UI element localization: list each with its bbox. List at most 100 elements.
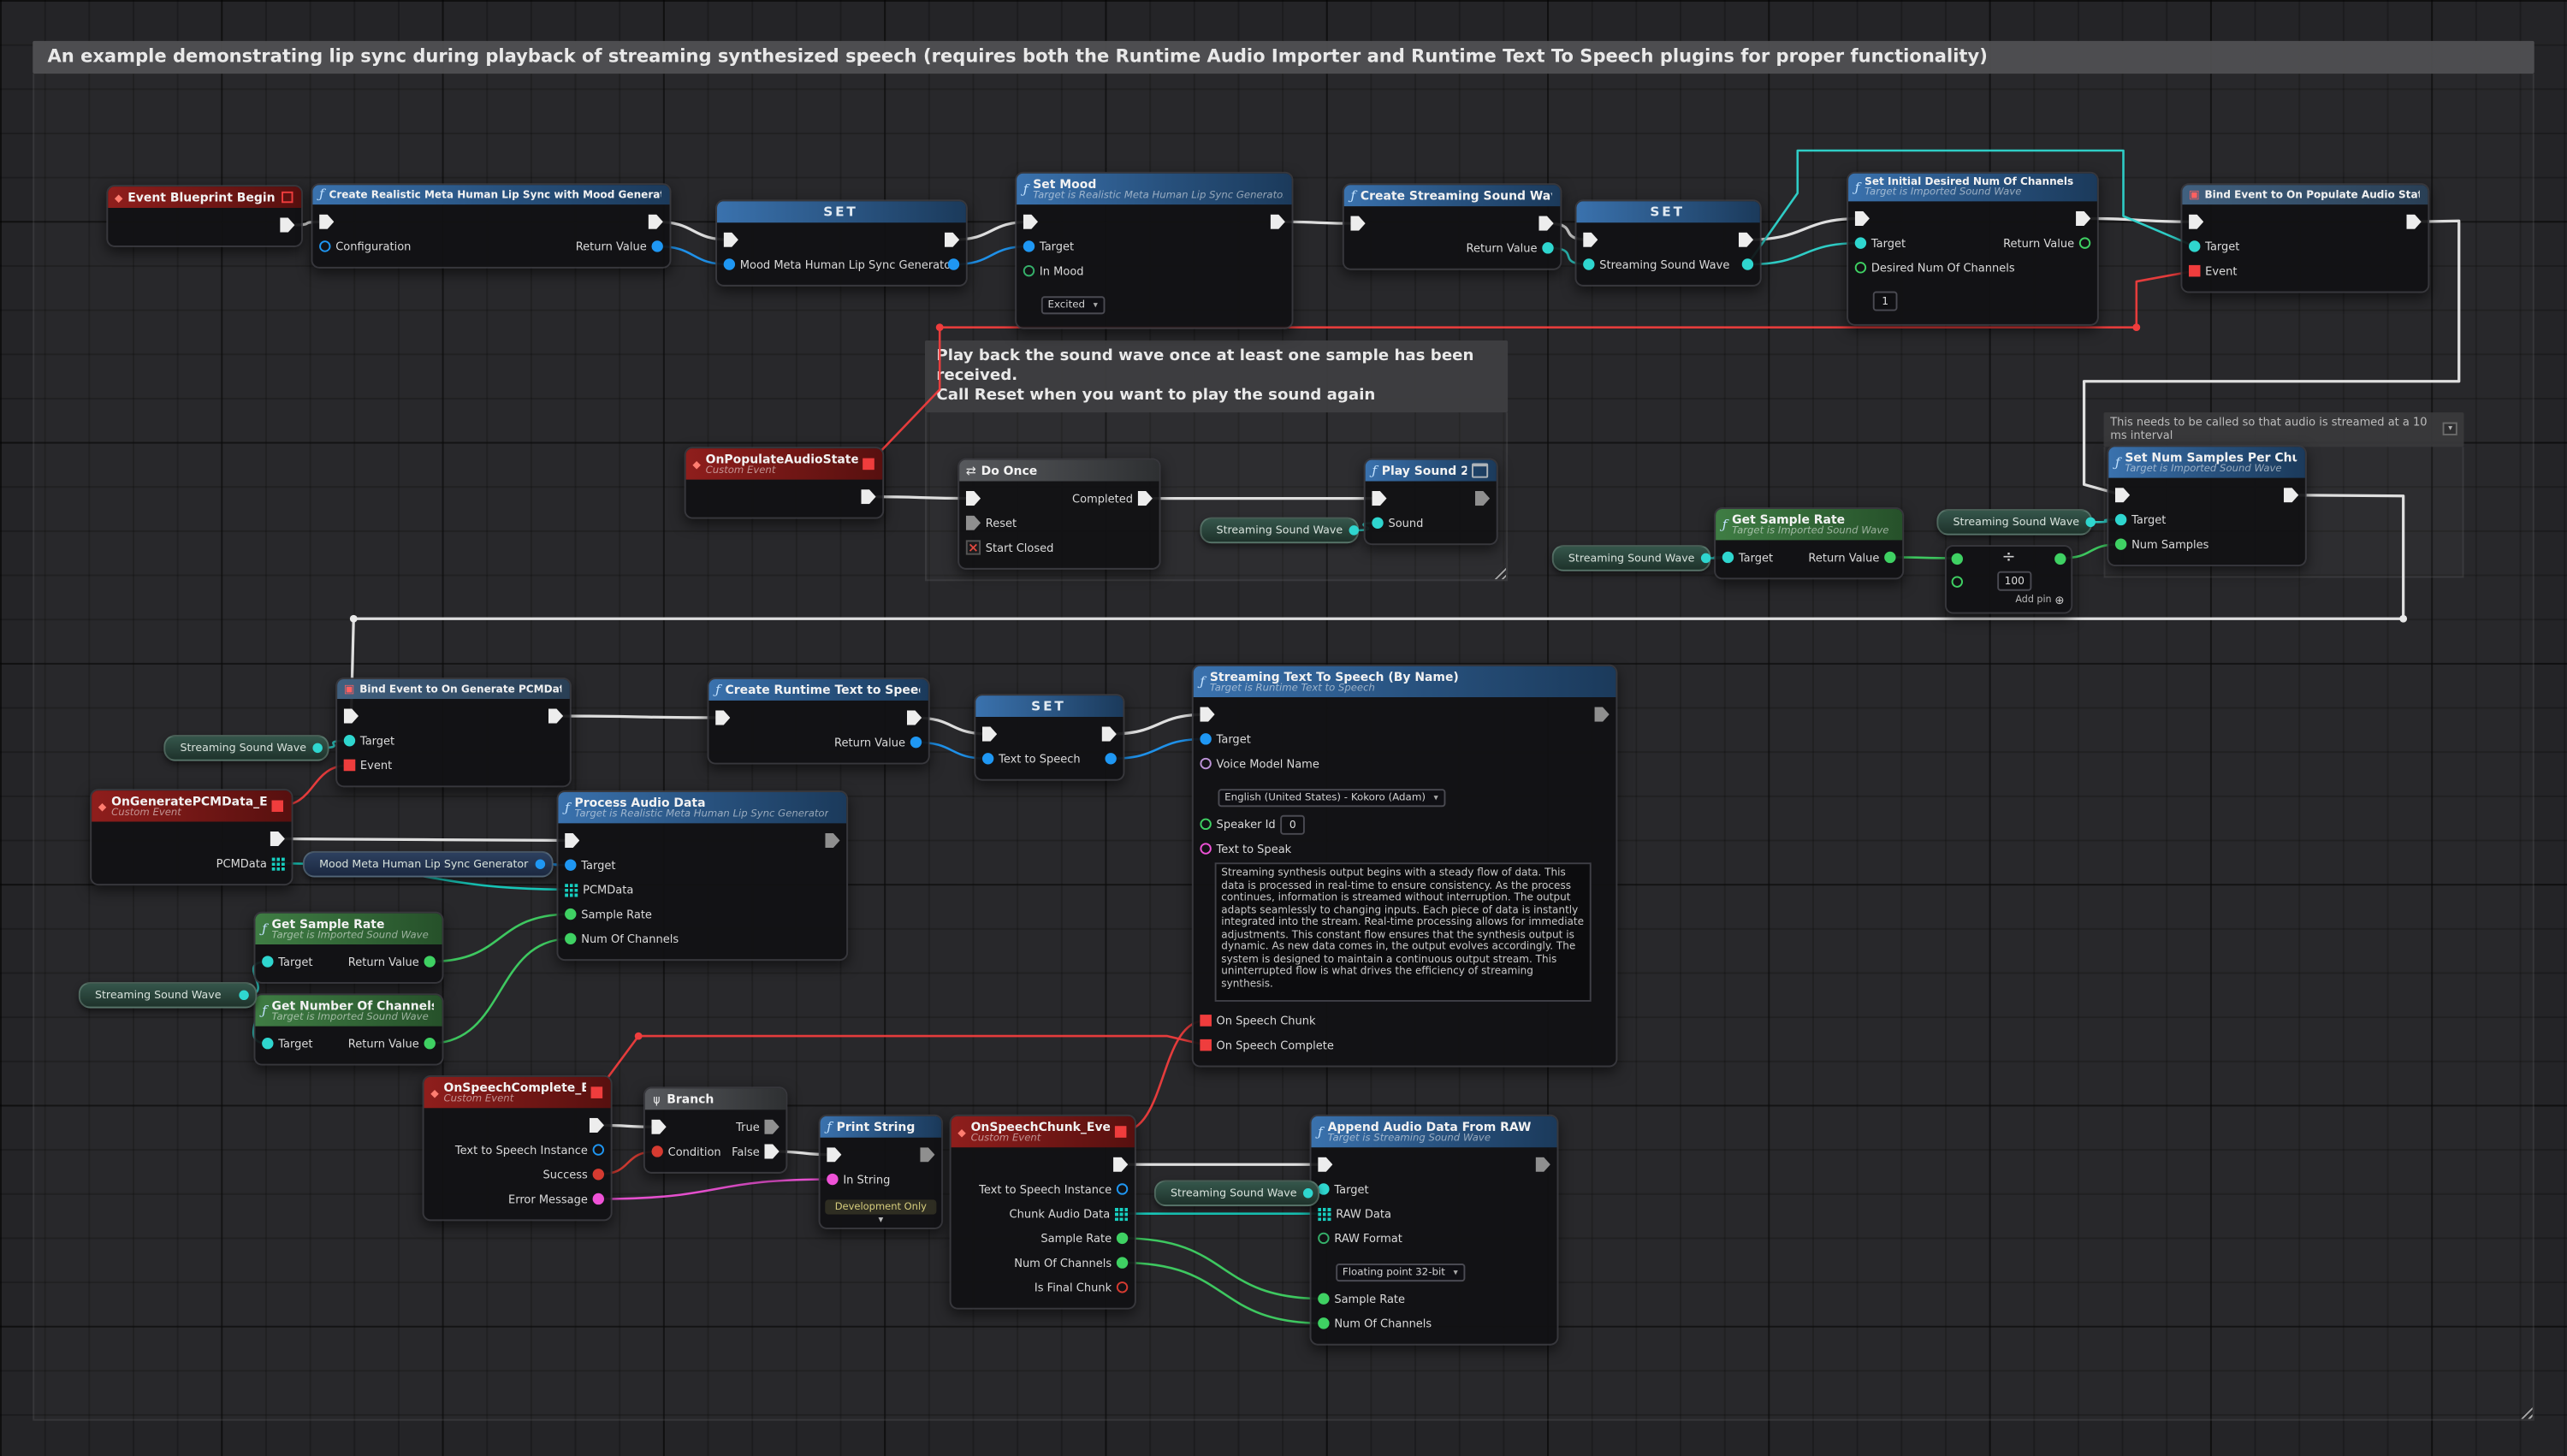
delegate-pin[interactable] (1115, 1126, 1126, 1137)
execout-pin[interactable] (2284, 488, 2298, 502)
node-event-generate-pcm[interactable]: ◆OnGeneratePCMData_EventCustom EventPCMD… (90, 789, 293, 885)
raw-data-pin[interactable] (1318, 1207, 1331, 1220)
start-closed-pin[interactable]: × (966, 540, 981, 554)
text-to-speech-instance-pin[interactable] (1117, 1183, 1128, 1194)
execout-pin[interactable] (907, 710, 922, 725)
variable-get-p7[interactable]: Streaming Sound Wave (1154, 1180, 1319, 1206)
node-do-once[interactable]: ⇄Do OnceReset×Start ClosedCompleted (957, 459, 1160, 570)
node-append-raw[interactable]: ƒAppend Audio Data From RAWTarget is Str… (1310, 1115, 1559, 1346)
exec-pin[interactable] (1113, 1157, 1128, 1172)
execout-pin[interactable] (1595, 707, 1610, 722)
divisor-input[interactable]: 100 (1998, 571, 2031, 591)
node-set-streaming-sw[interactable]: SETStreaming Sound Wave (1575, 199, 1762, 286)
exec-pin[interactable] (270, 832, 285, 846)
exec-pin[interactable] (280, 217, 294, 232)
node-get-sample-rate-1[interactable]: ƒGet Sample RateTarget is Imported Sound… (1714, 507, 1904, 579)
target-pin[interactable] (565, 859, 576, 870)
out-pin[interactable] (948, 258, 959, 269)
num-samples-pin[interactable] (2115, 538, 2126, 549)
return-value-pin[interactable] (1884, 552, 1895, 563)
mood-meta-human-lip-sync-generator-pin[interactable] (536, 859, 545, 868)
execin-pin[interactable] (1318, 1157, 1332, 1172)
delegate-pin[interactable] (282, 192, 293, 203)
node-get-sample-rate-2[interactable]: ƒGet Sample RateTarget is Imported Sound… (254, 912, 444, 984)
voice-model-name-pin[interactable] (1200, 758, 1211, 769)
num-of-channels-pin[interactable] (1318, 1317, 1329, 1329)
execout-pin[interactable] (825, 833, 839, 848)
in-mood-pin[interactable] (1023, 265, 1035, 276)
streaming-sound-wave-pin[interactable] (1583, 258, 1594, 269)
execin-pin[interactable] (1855, 211, 1870, 226)
node-event-speech-complete[interactable]: ◆OnSpeechComplete_EventCustom EventText … (423, 1075, 613, 1221)
node-event-speech-chunk[interactable]: ◆OnSpeechChunk_EventCustom EventText to … (950, 1115, 1136, 1310)
execout-pin[interactable] (1538, 216, 1553, 231)
execin-pin[interactable] (1372, 491, 1386, 506)
speaker-id-pin[interactable] (1200, 819, 1211, 830)
speaker-id-input[interactable]: 0 (1280, 814, 1305, 834)
node-create-streaming-sw[interactable]: ƒCreate Streaming Sound WaveReturn Value (1343, 183, 1562, 269)
execin-pin[interactable] (827, 1147, 841, 1162)
in1-pin[interactable] (1952, 553, 1963, 564)
target-pin[interactable] (1722, 552, 1734, 563)
raw-format-pin[interactable] (1318, 1233, 1329, 1244)
return-value-pin[interactable] (910, 737, 922, 748)
text-to-speak-textarea[interactable]: Streaming synthesis output begins with a… (1215, 862, 1592, 1002)
delegate-pin[interactable] (272, 801, 283, 812)
execin-pin[interactable] (565, 833, 579, 848)
event-pin[interactable] (344, 760, 355, 771)
comment-collapse-button[interactable]: ▾ (2444, 423, 2457, 436)
event-pin[interactable] (2189, 265, 2200, 276)
comment-title-bar[interactable]: Play back the sound wave once at least o… (925, 340, 1508, 411)
execin-pin[interactable] (724, 233, 738, 247)
in-mood-dropdown[interactable]: Excited▾ (1041, 296, 1105, 314)
voice-model-name-dropdown[interactable]: English (United States) - Kokoro (Adam)▾ (1218, 789, 1444, 807)
false-pin[interactable] (764, 1144, 779, 1158)
num-of-channels-pin[interactable] (1117, 1257, 1128, 1268)
node-set-mood-gen[interactable]: SETMood Meta Human Lip Sync Generator (715, 199, 968, 286)
node-set-initial-channels[interactable]: ƒSet Initial Desired Num Of ChannelsTarg… (1847, 172, 2099, 326)
configuration-pin[interactable] (319, 240, 330, 252)
return-value-pin[interactable] (424, 956, 436, 967)
text-to-speech-pin[interactable] (982, 753, 993, 764)
out-pin[interactable] (1105, 753, 1116, 764)
pcmdata-pin[interactable] (565, 883, 578, 896)
execin-pin[interactable] (715, 710, 730, 725)
target-pin[interactable] (262, 956, 273, 967)
return-value-pin[interactable] (651, 240, 662, 252)
text-to-speech-instance-pin[interactable] (593, 1144, 604, 1155)
blueprint-graph-canvas[interactable]: An example demonstrating lip sync during… (0, 0, 2567, 1456)
delegate-pin[interactable] (863, 459, 874, 470)
execout-pin[interactable] (945, 233, 959, 247)
variable-get-p5[interactable]: Mood Meta Human Lip Sync Generator (303, 851, 554, 878)
execout-pin[interactable] (548, 708, 563, 723)
text-to-speak-pin[interactable] (1200, 843, 1211, 854)
out-pin[interactable] (2054, 553, 2066, 564)
is-final-chunk-pin[interactable] (1117, 1281, 1128, 1293)
execout-pin[interactable] (2407, 215, 2422, 229)
target-pin[interactable] (1023, 240, 1035, 252)
node-set-tts[interactable]: SETText to Speech (974, 694, 1124, 780)
true-pin[interactable] (764, 1120, 779, 1134)
variable-get-p1[interactable]: Streaming Sound Wave (1200, 518, 1359, 544)
execout-pin[interactable] (1536, 1157, 1550, 1172)
comment-title-bar[interactable]: This needs to be called so that audio is… (2104, 412, 2464, 447)
execin-pin[interactable] (2115, 488, 2130, 502)
exec-pin[interactable] (590, 1118, 604, 1133)
node-print-string[interactable]: ƒPrint StringIn StringDevelopment Only▾ (819, 1115, 943, 1229)
execout-pin[interactable] (920, 1147, 934, 1162)
node-create-realistic[interactable]: ƒCreate Realistic Meta Human Lip Sync wi… (311, 183, 672, 268)
node-create-runtime-tts[interactable]: ƒCreate Runtime Text to SpeechReturn Val… (708, 678, 930, 764)
out-pin[interactable] (1742, 258, 1753, 269)
execin-pin[interactable] (1350, 216, 1365, 231)
execin-pin[interactable] (1583, 233, 1598, 247)
node-streaming-tts[interactable]: ƒStreaming Text To Speech (By Name)Targe… (1192, 665, 1617, 1068)
desired-num-of-channels-pin[interactable] (1855, 262, 1866, 273)
execout-pin[interactable] (1102, 726, 1117, 741)
raw-format-dropdown[interactable]: Floating point 32-bit▾ (1336, 1264, 1464, 1281)
node-branch[interactable]: ⋔BranchConditionTrueFalse (643, 1086, 787, 1173)
execout-pin[interactable] (1271, 215, 1285, 229)
execin-pin[interactable] (651, 1120, 666, 1134)
in2-pin[interactable] (1952, 576, 1963, 587)
reset-pin[interactable] (966, 516, 981, 530)
return-value-pin[interactable] (2079, 237, 2090, 248)
